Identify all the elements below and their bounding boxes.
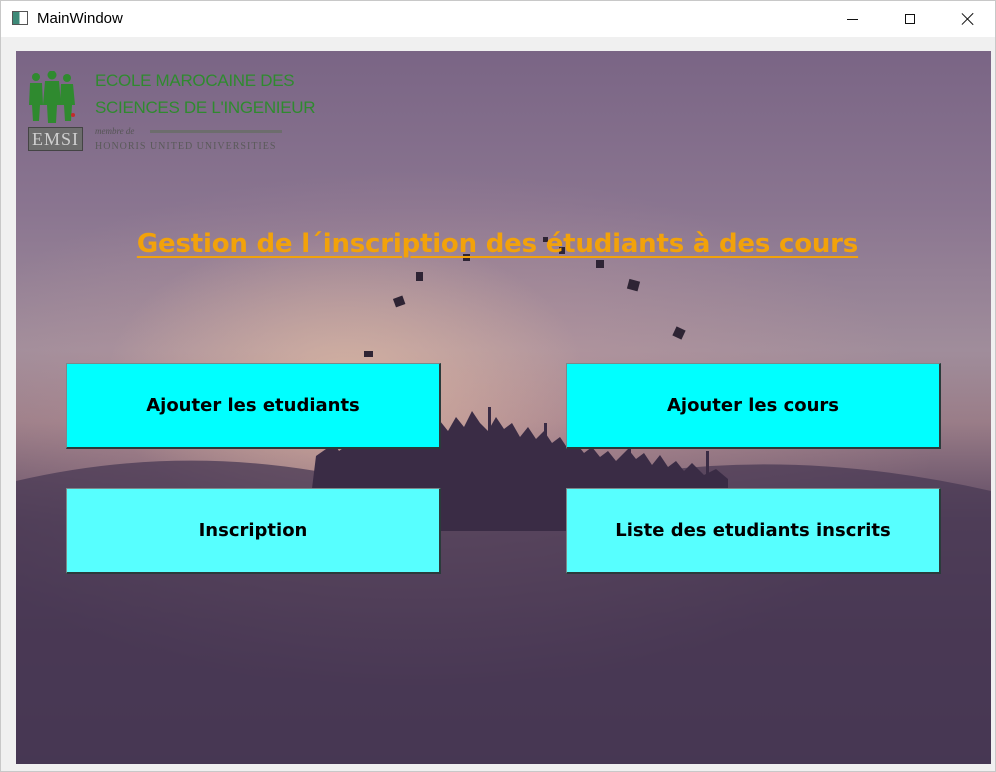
- inscription-button[interactable]: Inscription: [66, 488, 441, 574]
- logo-figures-icon: [29, 71, 75, 123]
- logo-brand-text: HONORIS UNITED UNIVERSITIES: [95, 141, 277, 152]
- main-window: MainWindow EMSI ECOLE MAROCAINE DES SCIE…: [0, 0, 996, 772]
- minimize-icon: [846, 18, 858, 20]
- close-button[interactable]: [939, 1, 996, 37]
- window-title: MainWindow: [37, 10, 123, 27]
- title-bar[interactable]: MainWindow: [1, 1, 995, 37]
- add-students-button[interactable]: Ajouter les etudiants: [66, 363, 441, 449]
- logo-divider: [150, 130, 282, 133]
- central-widget: EMSI ECOLE MAROCAINE DES SCIENCES DE L'I…: [16, 51, 991, 764]
- add-courses-button[interactable]: Ajouter les cours: [566, 363, 941, 449]
- logo-member-text: membre de: [95, 126, 135, 136]
- logo-badge: EMSI: [28, 127, 83, 151]
- logo-title-line-2: SCIENCES DE L'INGENIEUR: [95, 98, 316, 117]
- close-icon: [961, 12, 975, 26]
- minimize-button[interactable]: [823, 1, 881, 37]
- page-title: Gestion de l´inscription des étudiants à…: [136, 229, 859, 259]
- logo-title-line-1: ECOLE MAROCAINE DES: [95, 71, 295, 90]
- enrolled-students-list-button[interactable]: Liste des etudiants inscrits: [566, 488, 941, 574]
- maximize-icon: [905, 14, 915, 24]
- app-icon: [12, 11, 28, 25]
- school-logo: EMSI ECOLE MAROCAINE DES SCIENCES DE L'I…: [28, 69, 316, 157]
- maximize-button[interactable]: [881, 1, 939, 37]
